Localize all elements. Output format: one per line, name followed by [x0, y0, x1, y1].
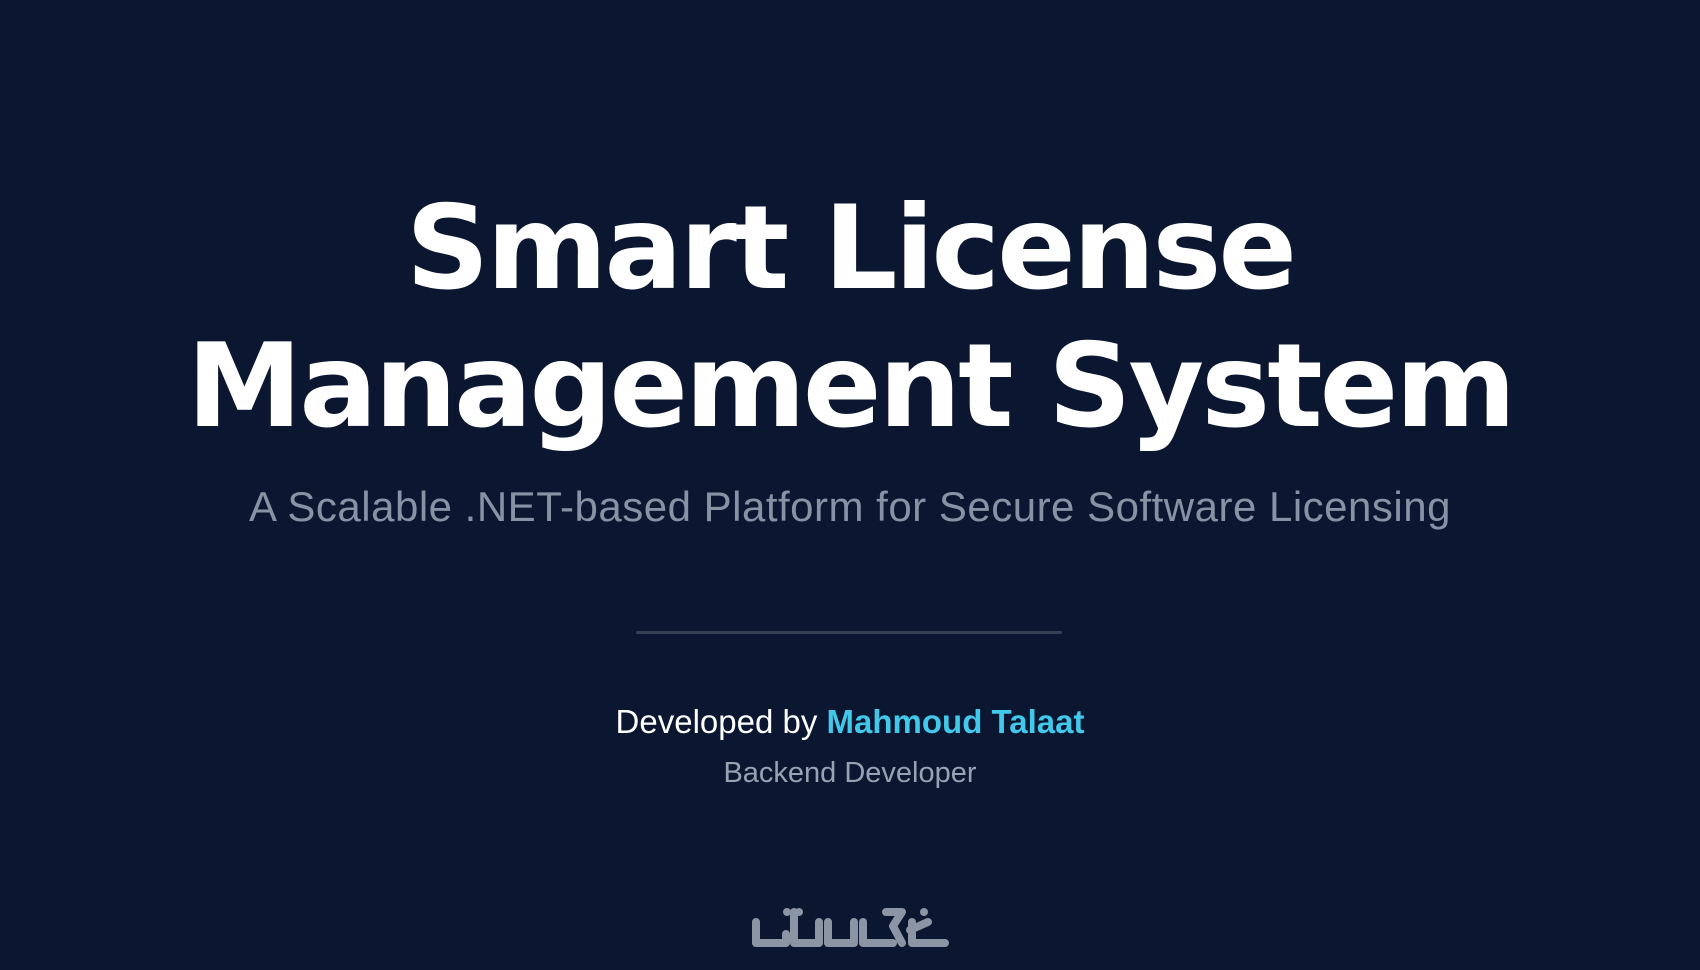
title-line-two: Management System: [186, 319, 1516, 454]
main-title: Smart License Management System: [0, 180, 1700, 456]
title-line-one: Smart License: [405, 181, 1297, 316]
developer-role: Backend Developer: [723, 757, 977, 789]
developer-name: Mahmoud Talaat: [826, 703, 1085, 740]
section-divider: [636, 631, 1062, 634]
khamsat-watermark-icon: [752, 908, 949, 947]
platform-subtitle: A Scalable .NET-based Platform for Secur…: [249, 483, 1451, 530]
developer-credit: Developed by Mahmoud Talaat: [0, 701, 1700, 743]
presentation-title-slide: Smart License Management System A Scalab…: [0, 0, 1700, 970]
developer-credit-prefix: Developed by: [615, 703, 827, 740]
